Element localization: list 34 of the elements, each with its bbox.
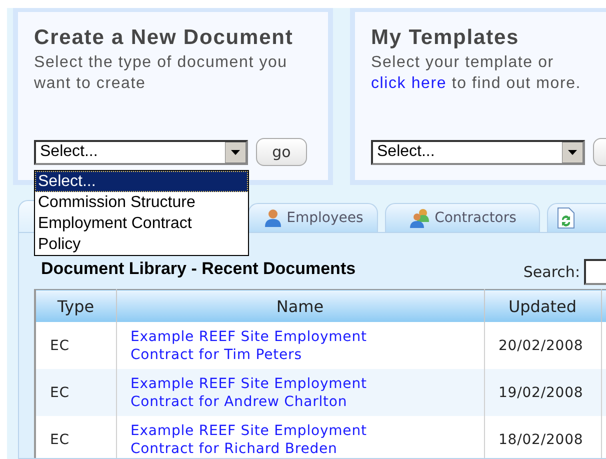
panel-description: Select your template or click here to find out more. <box>371 53 582 94</box>
more-info-link[interactable]: here <box>411 75 447 92</box>
tab[interactable]: Contractors <box>385 203 540 232</box>
panel-title: Create a New Document <box>34 26 294 50</box>
dropdown-arrow-icon[interactable] <box>562 142 583 162</box>
search-field[interactable] <box>584 259 606 285</box>
panel-title: My Templates <box>371 26 520 50</box>
document-type-select[interactable]: Select... <box>34 140 248 164</box>
document-refresh-icon <box>556 207 576 229</box>
more-info-link[interactable]: click <box>371 75 412 92</box>
panel-description: Select the type of document you want to create <box>34 53 288 94</box>
table-cell: 19/02/2008 <box>484 369 601 416</box>
column-header[interactable]: Name <box>116 290 484 322</box>
tab[interactable]: Employees <box>248 203 378 232</box>
dropdown-arrow-icon[interactable] <box>225 142 246 162</box>
column-header[interactable]: Type <box>35 290 116 322</box>
search-label: Search: <box>523 263 580 281</box>
document-type-select[interactable]: Select... <box>371 140 585 164</box>
dropdown-option[interactable]: Employment Contract <box>35 213 248 234</box>
library-title: Document Library - Recent Documents <box>41 259 356 279</box>
dropdown-option[interactable]: Policy <box>35 234 248 255</box>
person-icon <box>262 208 283 228</box>
document-type-menu[interactable]: Select... Commission Structure Employment Contract Policy <box>34 170 249 256</box>
go-button[interactable]: go <box>256 138 307 166</box>
document-link[interactable]: Example REEF Site Employment Contract for Richard Breden <box>130 422 406 458</box>
people-icon <box>408 208 431 228</box>
table-cell: EC <box>35 369 116 416</box>
table-cell: 18/02/2008 <box>484 416 601 458</box>
column-header[interactable]: Updated <box>484 290 601 322</box>
table-cell: EC <box>35 416 116 458</box>
document-link[interactable]: Example REEF Site Employment Contract for Tim Peters <box>130 328 406 364</box>
tab[interactable] <box>547 203 606 232</box>
dropdown-option[interactable]: Commission Structure <box>35 192 248 213</box>
dropdown-option[interactable]: Select... <box>35 171 248 192</box>
